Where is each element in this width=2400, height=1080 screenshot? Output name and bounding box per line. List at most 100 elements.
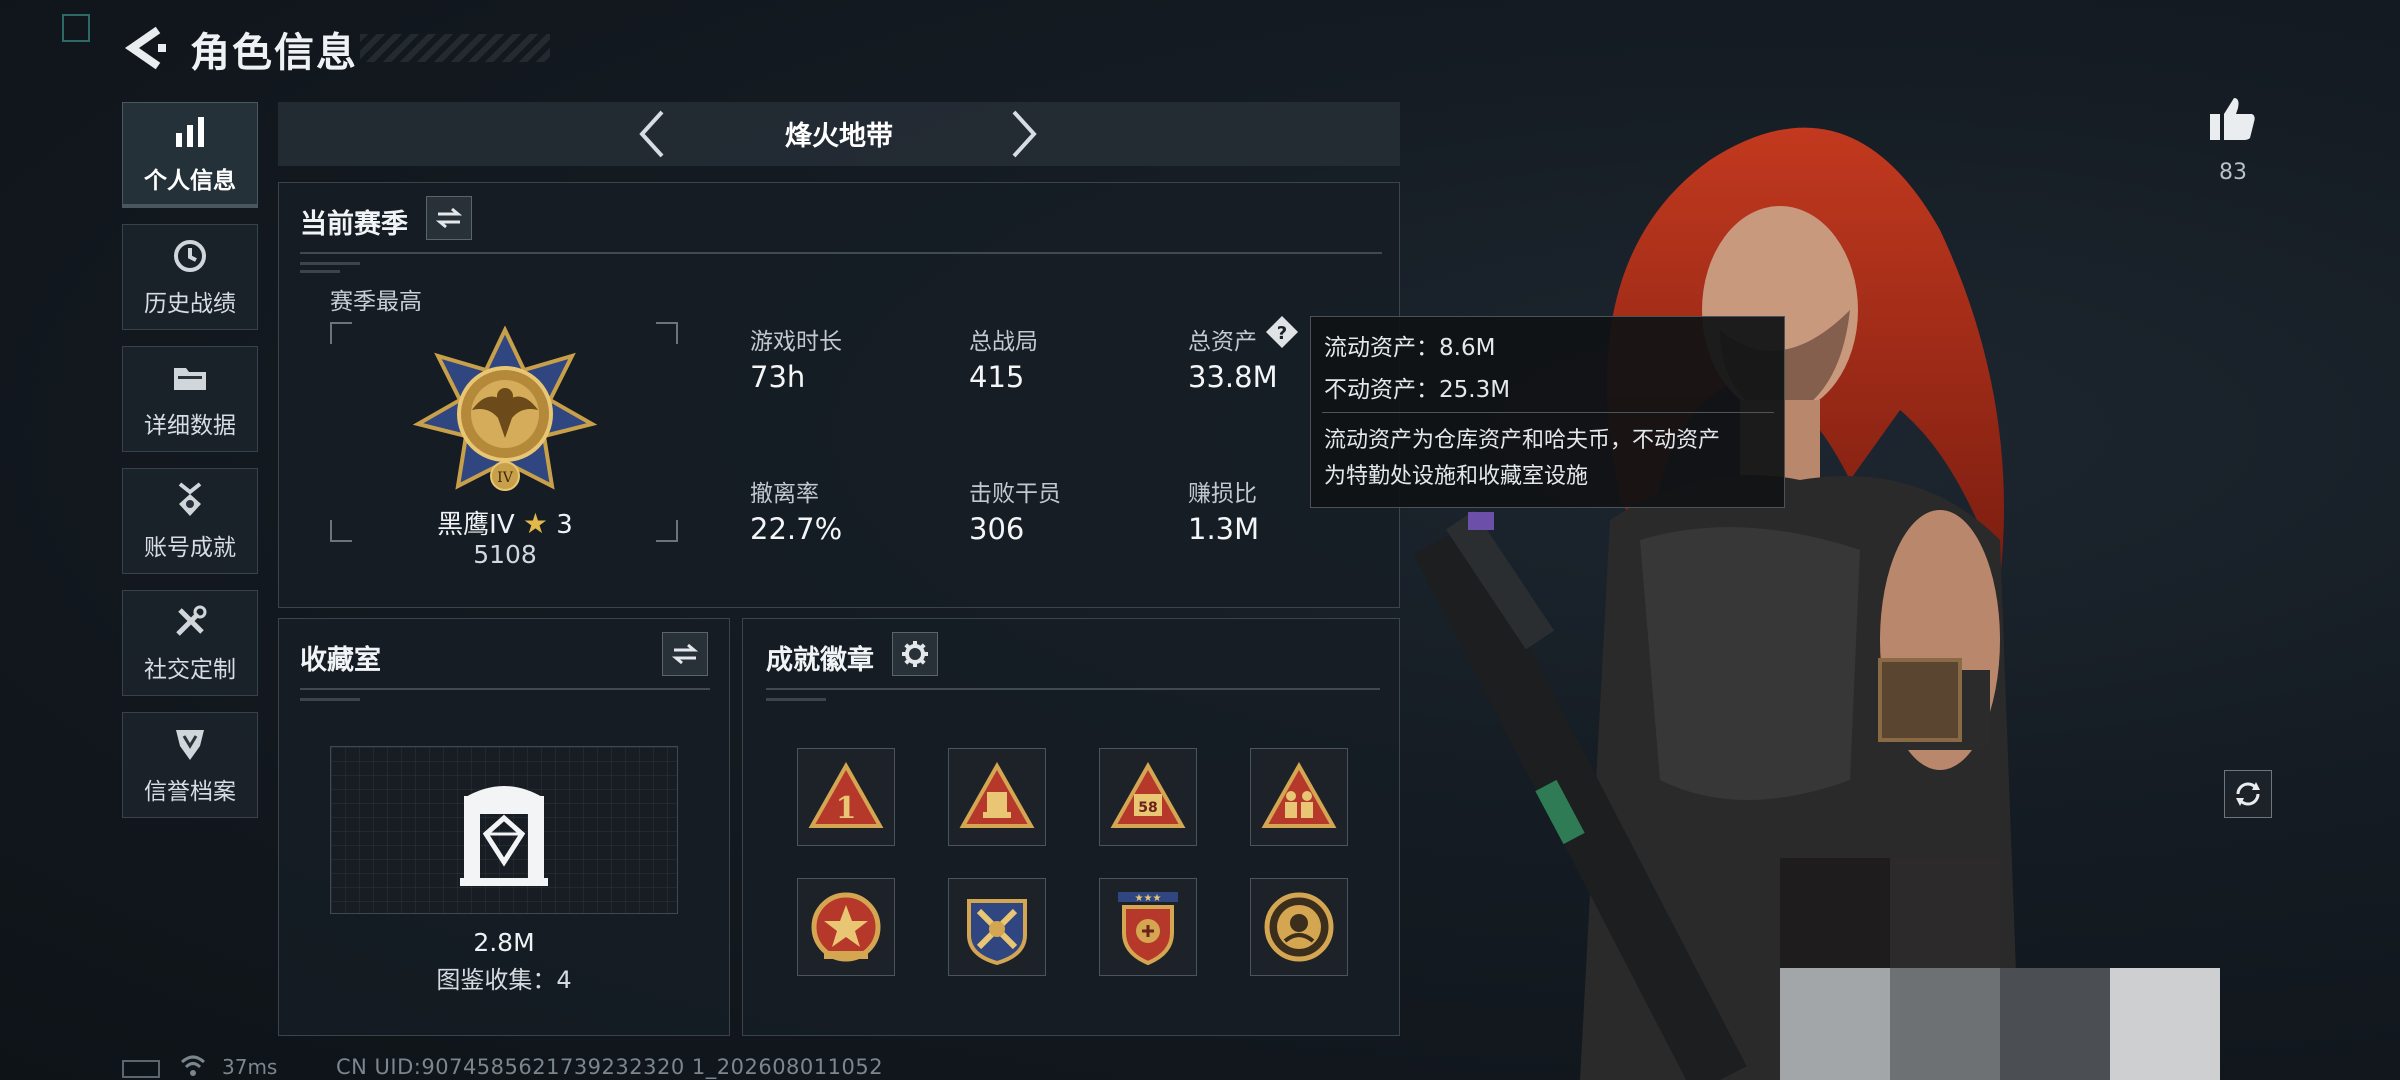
sidebar-item-achievements[interactable]: 账号成就 <box>122 468 258 574</box>
user-uid: CN UID:9074585621739232320 1_20260801105… <box>336 1055 884 1079</box>
gear-icon <box>902 641 928 667</box>
badge-supply-icon <box>959 762 1035 828</box>
rank-name: 黑鹰IV ★ 3 <box>400 504 610 541</box>
folder-icon <box>174 368 206 390</box>
stat-value-total-matches: 415 <box>969 360 1025 394</box>
achievement-badge[interactable] <box>1250 748 1348 846</box>
stat-label-kills: 击败干员 <box>969 481 1061 507</box>
sidebar-item-label: 信誉档案 <box>144 779 236 805</box>
sidebar-item-label: 详细数据 <box>144 413 236 439</box>
season-best-label: 赛季最高 <box>330 289 422 315</box>
divider <box>766 688 1380 690</box>
bar-chart-icon <box>176 116 204 147</box>
blur-mosaic <box>1780 968 1890 1080</box>
divider <box>300 252 1382 254</box>
svg-text:58: 58 <box>1138 800 1157 816</box>
back-arrow-icon[interactable] <box>122 24 168 72</box>
sidebar-item-label: 个人信息 <box>144 167 236 194</box>
tooltip-liquid-assets: 流动资产：8.6M <box>1324 335 1496 361</box>
sidebar-item-history[interactable]: 历史战绩 <box>122 224 258 330</box>
achievement-badge[interactable] <box>797 878 895 976</box>
frame-corner <box>656 520 678 542</box>
thumbs-up-icon[interactable] <box>2208 94 2258 142</box>
battery-icon <box>122 1060 160 1078</box>
blur-mosaic <box>1890 858 2000 968</box>
sidebar-item-label: 账号成就 <box>144 535 236 561</box>
sidebar-item-credit[interactable]: 信誉档案 <box>122 712 258 818</box>
shield-badge-icon <box>176 730 204 760</box>
decoration-text <box>300 270 340 273</box>
decoration-text <box>766 698 826 701</box>
sidebar-item-detail-data[interactable]: 详细数据 <box>122 346 258 452</box>
frame-corner <box>330 520 352 542</box>
refresh-icon <box>2236 782 2260 806</box>
like-count: 83 <box>2219 160 2247 185</box>
frame-corner <box>330 322 352 344</box>
season-panel-title: 当前赛季 <box>300 209 408 240</box>
stat-label-extract-rate: 撤离率 <box>750 481 819 507</box>
stat-value-profit-ratio: 1.3M <box>1188 512 1260 546</box>
history-clock-icon <box>174 240 206 272</box>
decoration-text <box>300 262 360 265</box>
sidebar-item-label: 社交定制 <box>144 657 236 683</box>
badge-round-coin-icon <box>1264 892 1334 962</box>
tooltip-description-2: 为特勤处设施和收藏室设施 <box>1324 464 1589 489</box>
vault-gem-icon <box>460 786 548 886</box>
mode-next-arrow-icon[interactable] <box>1004 108 1044 160</box>
achievement-badge[interactable]: ★★★ <box>1099 878 1197 976</box>
title-decoration <box>360 34 550 62</box>
refresh-button[interactable] <box>2224 770 2272 818</box>
achievement-badge[interactable]: 1 <box>797 748 895 846</box>
blur-mosaic <box>2110 968 2220 1080</box>
stat-value-total-assets: 33.8M <box>1188 360 1278 394</box>
achievement-badge[interactable] <box>948 878 1046 976</box>
achievement-badge[interactable] <box>948 748 1046 846</box>
collection-switch-button[interactable] <box>662 632 708 676</box>
svg-text:★★★: ★★★ <box>1135 893 1162 904</box>
collection-count: 图鉴收集：4 <box>436 966 572 994</box>
tools-icon <box>176 605 207 636</box>
tooltip-divider <box>1322 412 1774 413</box>
black-hawk-rank-emblem-icon: IV <box>412 326 598 491</box>
medal-icon <box>178 482 202 516</box>
badge-shield-stars-icon: ★★★ <box>1118 892 1178 966</box>
blur-mosaic <box>1890 968 2000 1080</box>
stat-value-extract-rate: 22.7% <box>750 512 843 546</box>
star-icon: ★ <box>522 507 549 540</box>
achievement-badge[interactable]: 58 <box>1099 748 1197 846</box>
decoration-text <box>300 698 360 701</box>
stat-label-total-matches: 总战局 <box>969 329 1038 355</box>
sidebar-item-social[interactable]: 社交定制 <box>122 590 258 696</box>
stat-value-playtime: 73h <box>750 360 806 394</box>
page-title: 角色信息 <box>190 30 358 76</box>
blur-mosaic <box>2000 968 2110 1080</box>
corner-frame-icon <box>62 14 90 42</box>
collection-value: 2.8M <box>473 928 535 957</box>
stat-value-kills: 306 <box>969 512 1025 546</box>
rank-name-text: 黑鹰IV <box>437 510 515 540</box>
rank-stars: 3 <box>556 510 573 540</box>
badge-crossed-weapons-icon <box>967 899 1027 966</box>
sidebar-item-personal-info[interactable]: 个人信息 <box>122 102 258 208</box>
badge-number-58-icon: 58 <box>1110 762 1186 828</box>
achievement-panel-title: 成就徽章 <box>766 645 874 676</box>
swap-icon <box>435 207 463 229</box>
sidebar-item-label: 历史战绩 <box>144 291 236 317</box>
collection-panel-title: 收藏室 <box>300 645 381 676</box>
stat-label-profit-ratio: 赚损比 <box>1188 481 1257 507</box>
wifi-icon <box>180 1055 206 1076</box>
mode-prev-arrow-icon[interactable] <box>632 108 672 160</box>
svg-text:1: 1 <box>836 791 857 826</box>
blur-mosaic <box>1780 858 1890 968</box>
achievement-badge[interactable] <box>1250 878 1348 976</box>
svg-text:?: ? <box>1277 323 1287 344</box>
mode-title: 烽火地带 <box>785 121 893 152</box>
badge-star-emblem-icon <box>811 892 881 962</box>
tooltip-description-1: 流动资产为仓库资产和哈夫币，不动资产 <box>1324 428 1721 453</box>
rank-score: 5108 <box>473 540 537 569</box>
help-question-icon[interactable]: ? <box>1264 314 1300 350</box>
stat-label-playtime: 游戏时长 <box>750 329 842 355</box>
season-switch-button[interactable] <box>426 196 472 240</box>
achievement-settings-button[interactable] <box>892 632 938 676</box>
svg-text:IV: IV <box>497 470 514 486</box>
